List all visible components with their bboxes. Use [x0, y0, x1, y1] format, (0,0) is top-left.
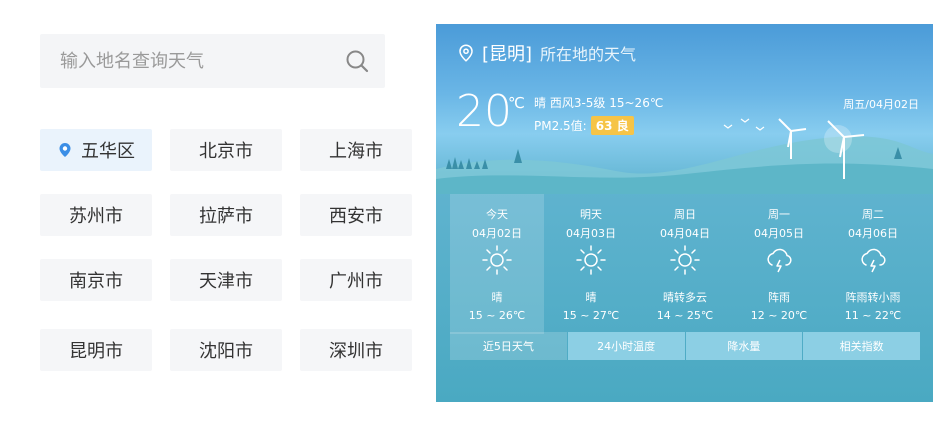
day-name: 今天 [486, 208, 508, 221]
forecast-day[interactable]: 周日 04月04日 晴转多云 14 ~ 25℃ [638, 194, 732, 334]
day-temp-range: 12 ~ 20℃ [750, 309, 808, 322]
day-temp-range: 15 ~ 26℃ [468, 309, 526, 322]
tab-related-index[interactable]: 相关指数 [803, 332, 920, 360]
day-name: 周日 [674, 208, 696, 221]
city-beijing[interactable]: 北京市 [170, 129, 282, 171]
city-shenyang[interactable]: 沈阳市 [170, 329, 282, 371]
forecast-day[interactable]: 今天 04月02日 晴 15 ~ 26℃ [450, 194, 544, 334]
forecast-day[interactable]: 明天 04月03日 晴 15 ~ 27℃ [544, 194, 638, 334]
location-pin-icon [59, 143, 71, 157]
city-wuhua[interactable]: 五华区 [40, 129, 152, 171]
city-label: 广州市 [329, 271, 383, 292]
day-condition: 晴 [585, 291, 597, 304]
tab-24h-temp[interactable]: 24小时温度 [567, 332, 685, 360]
day-date: 04月05日 [754, 227, 804, 240]
day-temp-range: 11 ~ 22℃ [844, 309, 902, 322]
city-label: 上海市 [329, 141, 383, 162]
city-tianjin[interactable]: 天津市 [170, 259, 282, 301]
search-box [40, 34, 385, 88]
city-label: 南京市 [69, 271, 123, 292]
location-header: [昆明] 所在地的天气 [458, 40, 636, 66]
city-label: 西安市 [329, 206, 383, 227]
day-date: 04月03日 [566, 227, 616, 240]
sun-icon [482, 245, 512, 275]
day-condition: 晴转多云 [663, 291, 707, 304]
city-guangzhou[interactable]: 广州市 [300, 259, 412, 301]
tab-5-day[interactable]: 近5日天气 [450, 332, 567, 360]
city-suzhou[interactable]: 苏州市 [40, 194, 152, 236]
sun-icon [576, 245, 606, 275]
forecast-day[interactable]: 周二 04月06日 阵雨转小雨 11 ~ 22℃ [826, 194, 920, 334]
thunder-rain-icon [767, 248, 792, 273]
search-icon[interactable] [345, 49, 369, 73]
city-label: 昆明市 [69, 341, 123, 362]
day-condition: 阵雨转小雨 [845, 291, 901, 304]
sun-icon [670, 245, 700, 275]
forecast-day[interactable]: 周一 04月05日 阵雨 12 ~ 20℃ [732, 194, 826, 334]
day-condition: 阵雨 [768, 291, 790, 304]
day-date: 04月02日 [472, 227, 522, 240]
landscape-illustration [436, 118, 933, 194]
city-shenzhen[interactable]: 深圳市 [300, 329, 412, 371]
city-kunming[interactable]: 昆明市 [40, 329, 152, 371]
city-lasa[interactable]: 拉萨市 [170, 194, 282, 236]
city-label: 拉萨市 [199, 206, 253, 227]
location-pin-icon [459, 44, 473, 62]
day-date: 04月04日 [660, 227, 710, 240]
day-name: 周一 [768, 208, 790, 221]
location-suffix: 所在地的天气 [540, 45, 637, 64]
city-label: 五华区 [81, 141, 135, 162]
city-shanghai[interactable]: 上海市 [300, 129, 412, 171]
day-temp-range: 15 ~ 27℃ [562, 309, 620, 322]
city-label: 深圳市 [329, 341, 383, 362]
day-date: 04月06日 [848, 227, 898, 240]
forecast-strip: 今天 04月02日 晴 15 ~ 26℃ 明天 04月03日 晴 15 ~ 27… [450, 194, 920, 334]
city-label: 苏州市 [69, 206, 123, 227]
day-temp-range: 14 ~ 25℃ [656, 309, 714, 322]
day-name: 周二 [862, 208, 884, 221]
day-condition: 晴 [491, 291, 503, 304]
city-label: 沈阳市 [199, 341, 253, 362]
city-nanjing[interactable]: 南京市 [40, 259, 152, 301]
location-name: [昆明] [482, 44, 533, 65]
city-xian[interactable]: 西安市 [300, 194, 412, 236]
weather-tabs: 近5日天气 24小时温度 降水量 相关指数 [450, 332, 920, 360]
tab-precipitation[interactable]: 降水量 [685, 332, 803, 360]
city-label: 天津市 [199, 271, 253, 292]
city-label: 北京市 [199, 141, 253, 162]
thunder-rain-icon [861, 248, 886, 273]
day-name: 明天 [580, 208, 602, 221]
weather-card: [昆明] 所在地的天气 20 ℃ 晴 西风3-5级 15~26℃ PM2.5值:… [436, 24, 933, 402]
search-input[interactable] [40, 34, 340, 88]
